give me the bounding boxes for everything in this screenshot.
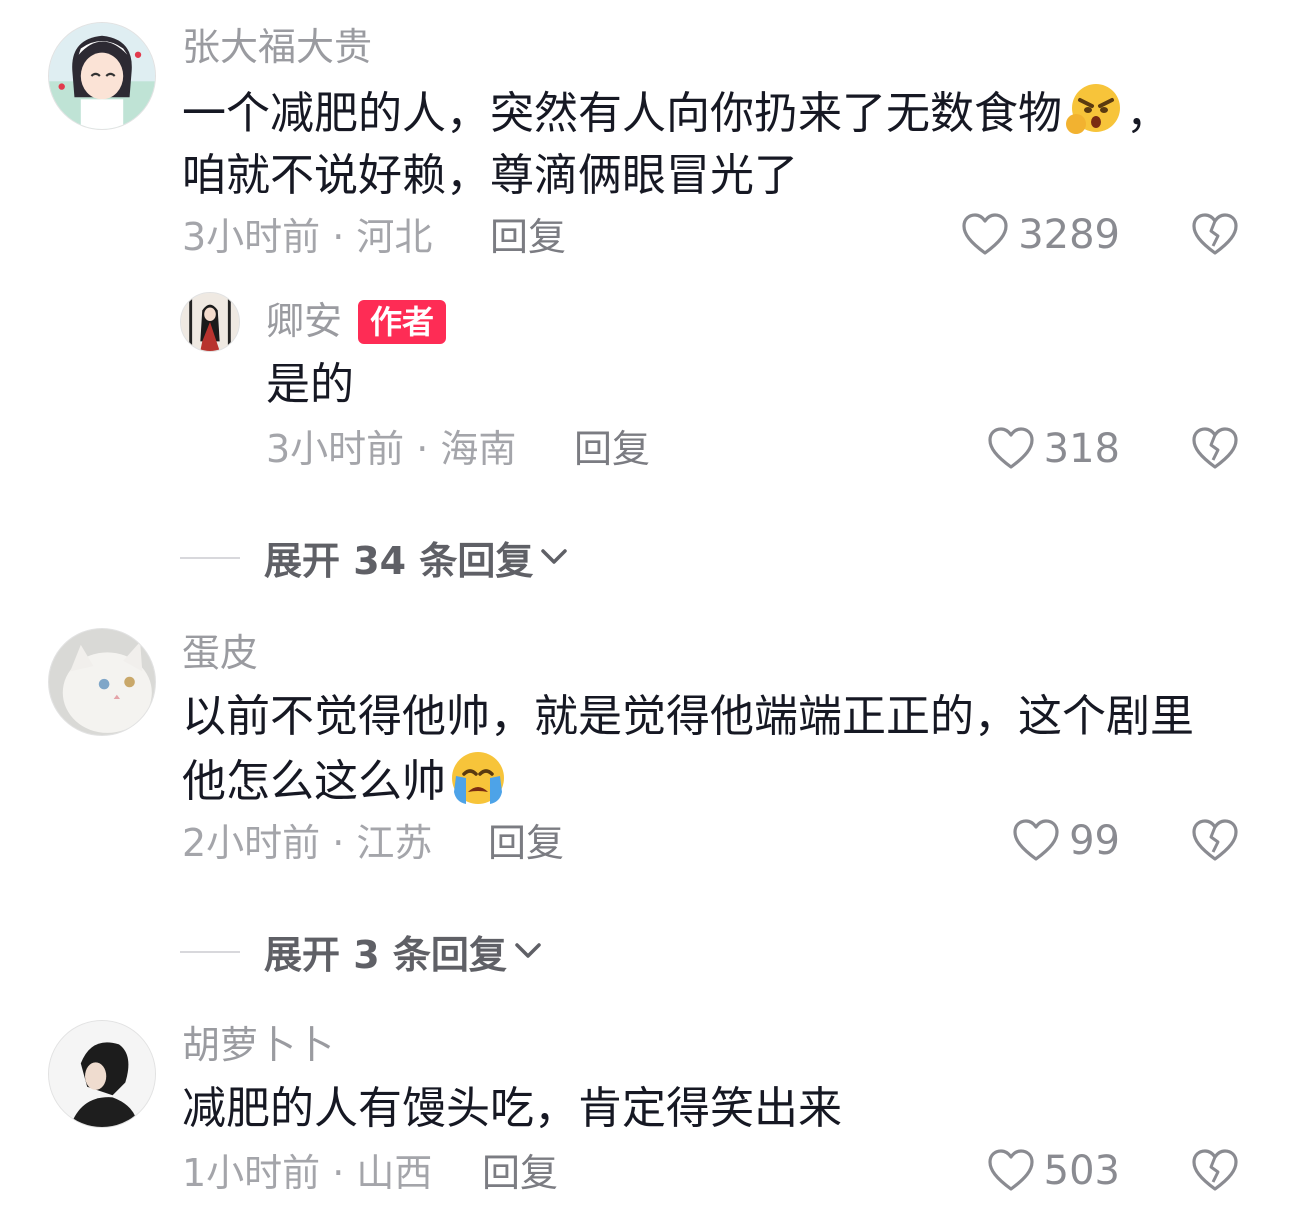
like-count: 318 (1043, 426, 1120, 472)
commenter-username[interactable]: 蛋皮 (182, 634, 258, 672)
like-button[interactable]: 3289 (960, 210, 1120, 260)
comment-text-line: 他怎么这么帅 (182, 756, 446, 807)
crying-face-emoji-icon (448, 748, 508, 808)
like-count: 503 (1043, 1148, 1120, 1194)
reply-username[interactable]: 卿安 (266, 302, 342, 340)
reply-button[interactable]: 回复 (490, 218, 566, 256)
reply-text: 是的 (266, 359, 354, 410)
comment-time-location: 2小时前 · 江苏 (182, 821, 433, 865)
heart-outline-icon (960, 210, 1010, 260)
like-button[interactable]: 318 (986, 424, 1120, 474)
heart-outline-icon (986, 424, 1036, 474)
like-button[interactable]: 503 (986, 1146, 1120, 1196)
reply-avatar[interactable] (180, 292, 240, 352)
comment-time-location: 1小时前 · 山西 (182, 1151, 433, 1195)
comment-text-line: 一个减肥的人，突然有人向你扔来了无数食物 (182, 88, 1062, 139)
comment-text-line: 减肥的人有馒头吃，肯定得笑出来 (182, 1083, 842, 1134)
reply-button[interactable]: 回复 (574, 430, 650, 468)
dislike-button[interactable] (1190, 210, 1240, 260)
comment-text: 减肥的人有馒头吃，肯定得笑出来 (182, 1078, 842, 1140)
comment-text: 以前不觉得他帅，就是觉得他端端正正的，这个剧里 他怎么这么帅 (182, 686, 1194, 813)
like-count: 99 (1069, 818, 1120, 864)
chevron-down-icon (507, 933, 545, 971)
dislike-button[interactable] (1190, 816, 1240, 866)
comment-text-line: 以前不觉得他帅，就是觉得他端端正正的，这个剧里 (182, 691, 1194, 742)
broken-heart-icon (1190, 1146, 1240, 1196)
chevron-down-icon (533, 539, 571, 577)
reply-button[interactable]: 回复 (482, 1154, 558, 1192)
comment-text: 一个减肥的人，突然有人向你扔来了无数食物 ， 咱就不说好赖，尊滴俩眼冒光了 (182, 80, 1170, 207)
dislike-button[interactable] (1190, 1146, 1240, 1196)
heart-outline-icon (986, 1146, 1036, 1196)
comment-time-location: 3小时前 · 河北 (182, 215, 433, 259)
commenter-username[interactable]: 胡萝卜卜 (182, 1026, 334, 1064)
expand-replies-button[interactable]: 展开 3 条回复 (180, 924, 545, 979)
commenter-avatar[interactable] (48, 1020, 156, 1128)
comment-text-line: 咱就不说好赖，尊滴俩眼冒光了 (182, 150, 798, 201)
commenter-username[interactable]: 张大福大贵 (182, 28, 372, 66)
heart-outline-icon (1011, 816, 1061, 866)
commenter-avatar[interactable] (48, 22, 156, 130)
divider-line (180, 556, 240, 559)
like-count: 3289 (1018, 212, 1120, 258)
broken-heart-icon (1190, 424, 1240, 474)
broken-heart-icon (1190, 816, 1240, 866)
expand-replies-label: 展开 34 条回复 (264, 539, 534, 583)
dislike-button[interactable] (1190, 424, 1240, 474)
expand-replies-label: 展开 3 条回复 (264, 933, 507, 977)
author-badge: 作者 (358, 300, 447, 344)
comment-text-line: ， (1126, 88, 1170, 139)
divider-line (180, 950, 240, 953)
expand-replies-button[interactable]: 展开 34 条回复 (180, 530, 571, 585)
commenter-avatar[interactable] (48, 628, 156, 736)
broken-heart-icon (1190, 210, 1240, 260)
reply-time-location: 3小时前 · 海南 (266, 427, 517, 471)
like-button[interactable]: 99 (1011, 816, 1120, 866)
angry-face-emoji-icon (1064, 80, 1124, 140)
reply-button[interactable]: 回复 (488, 824, 564, 862)
